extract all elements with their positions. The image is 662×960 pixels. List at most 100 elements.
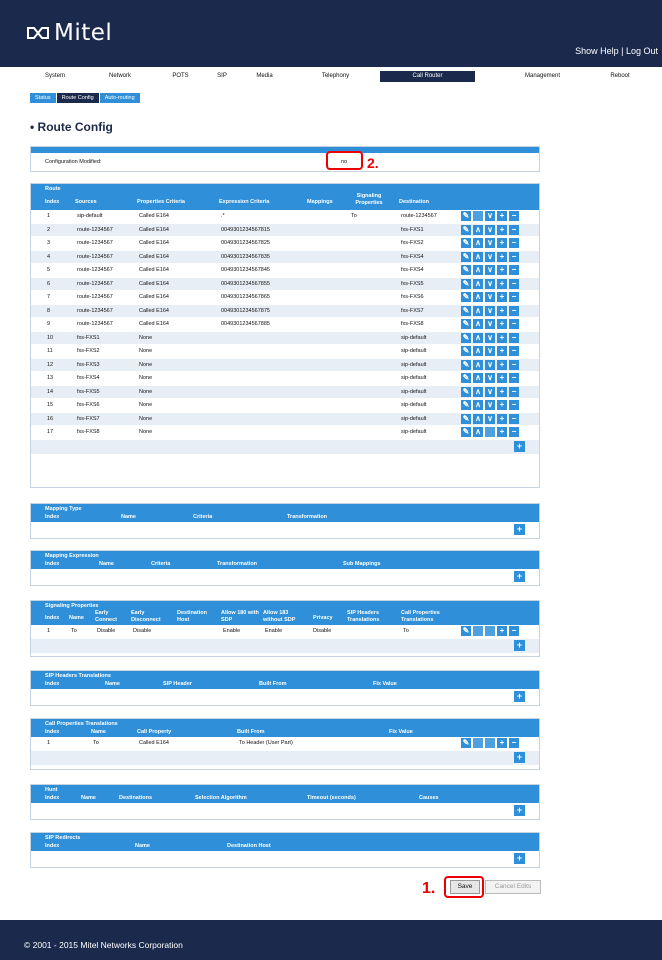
down-icon[interactable]: ∨ xyxy=(485,359,495,370)
up-icon[interactable]: ∧ xyxy=(473,413,483,424)
edit-icon[interactable]: ✎ xyxy=(461,224,471,235)
mapping-expression-add-button[interactable]: + xyxy=(514,570,525,582)
down-icon[interactable]: ∨ xyxy=(485,400,495,411)
add-icon[interactable]: + xyxy=(497,738,507,749)
add-icon[interactable]: + xyxy=(497,332,507,343)
remove-icon[interactable]: − xyxy=(509,265,519,276)
remove-icon[interactable]: − xyxy=(509,738,519,749)
remove-icon[interactable]: − xyxy=(509,305,519,316)
edit-icon[interactable]: ✎ xyxy=(461,305,471,316)
header-links[interactable]: Show Help | Log Out xyxy=(575,46,658,56)
add-icon[interactable]: + xyxy=(497,305,507,316)
add-icon[interactable]: + xyxy=(497,373,507,384)
remove-icon[interactable]: − xyxy=(509,413,519,424)
up-icon[interactable]: ∧ xyxy=(473,278,483,289)
edit-icon[interactable]: ✎ xyxy=(461,373,471,384)
up-icon[interactable]: ∧ xyxy=(473,319,483,330)
up-icon[interactable]: ∧ xyxy=(473,332,483,343)
call-properties-add-button[interactable]: + xyxy=(514,752,525,763)
remove-icon[interactable]: − xyxy=(509,278,519,289)
add-icon[interactable]: + xyxy=(497,211,507,222)
nav-call-router[interactable]: Call Router xyxy=(380,71,475,82)
remove-icon[interactable]: − xyxy=(509,400,519,411)
edit-icon[interactable]: ✎ xyxy=(461,211,471,222)
route-add-button[interactable]: + xyxy=(514,441,525,452)
edit-icon[interactable]: ✎ xyxy=(461,738,471,749)
up-icon[interactable]: ∧ xyxy=(473,224,483,235)
signaling-add-button[interactable]: + xyxy=(514,640,525,651)
nav-system[interactable]: System xyxy=(40,73,70,79)
add-icon[interactable]: + xyxy=(497,626,507,637)
add-icon[interactable]: + xyxy=(497,413,507,424)
up-icon[interactable]: ∧ xyxy=(473,373,483,384)
up-icon[interactable]: ∧ xyxy=(473,251,483,262)
nav-network[interactable]: Network xyxy=(105,73,135,79)
edit-icon[interactable]: ✎ xyxy=(461,626,471,637)
remove-icon[interactable]: − xyxy=(509,238,519,249)
add-icon[interactable]: + xyxy=(497,224,507,235)
add-icon[interactable]: + xyxy=(497,427,507,438)
remove-icon[interactable]: − xyxy=(509,386,519,397)
remove-icon[interactable]: − xyxy=(509,373,519,384)
add-icon[interactable]: + xyxy=(497,292,507,303)
up-icon[interactable]: ∧ xyxy=(473,292,483,303)
down-icon[interactable]: ∨ xyxy=(485,211,495,222)
sip-redirects-add-button[interactable]: + xyxy=(514,852,525,864)
remove-icon[interactable]: − xyxy=(509,319,519,330)
down-icon[interactable]: ∨ xyxy=(485,332,495,343)
remove-icon[interactable]: − xyxy=(509,427,519,438)
remove-icon[interactable]: − xyxy=(509,332,519,343)
down-icon[interactable]: ∨ xyxy=(485,251,495,262)
up-icon[interactable]: ∧ xyxy=(473,305,483,316)
edit-icon[interactable]: ✎ xyxy=(461,251,471,262)
add-icon[interactable]: + xyxy=(497,359,507,370)
add-icon[interactable]: + xyxy=(497,238,507,249)
up-icon[interactable]: ∧ xyxy=(473,427,483,438)
edit-icon[interactable]: ✎ xyxy=(461,278,471,289)
down-icon[interactable]: ∨ xyxy=(485,292,495,303)
subnav-auto-routing[interactable]: Auto-routing xyxy=(99,93,140,103)
remove-icon[interactable]: − xyxy=(509,359,519,370)
remove-icon[interactable]: − xyxy=(509,224,519,235)
up-icon[interactable]: ∧ xyxy=(473,400,483,411)
add-icon[interactable]: + xyxy=(497,265,507,276)
add-icon[interactable]: + xyxy=(497,278,507,289)
remove-icon[interactable]: − xyxy=(509,251,519,262)
nav-reboot[interactable]: Reboot xyxy=(605,73,635,79)
edit-icon[interactable]: ✎ xyxy=(461,238,471,249)
down-icon[interactable]: ∨ xyxy=(485,278,495,289)
edit-icon[interactable]: ✎ xyxy=(461,346,471,357)
remove-icon[interactable]: − xyxy=(509,626,519,637)
add-icon[interactable]: + xyxy=(497,251,507,262)
up-icon[interactable]: ∧ xyxy=(473,359,483,370)
edit-icon[interactable]: ✎ xyxy=(461,413,471,424)
add-icon[interactable]: + xyxy=(497,346,507,357)
down-icon[interactable]: ∨ xyxy=(485,413,495,424)
edit-icon[interactable]: ✎ xyxy=(461,386,471,397)
down-icon[interactable]: ∨ xyxy=(485,238,495,249)
add-icon[interactable]: + xyxy=(497,400,507,411)
hunt-add-button[interactable]: + xyxy=(514,804,525,816)
edit-icon[interactable]: ✎ xyxy=(461,359,471,370)
up-icon[interactable]: ∧ xyxy=(473,238,483,249)
cancel-edits-button[interactable]: Cancel Edits xyxy=(485,880,541,894)
edit-icon[interactable]: ✎ xyxy=(461,292,471,303)
nav-telephony[interactable]: Telephony xyxy=(318,73,353,79)
down-icon[interactable]: ∨ xyxy=(485,386,495,397)
nav-media[interactable]: Media xyxy=(252,73,277,79)
remove-icon[interactable]: − xyxy=(509,211,519,222)
up-icon[interactable]: ∧ xyxy=(473,386,483,397)
add-icon[interactable]: + xyxy=(497,386,507,397)
add-icon[interactable]: + xyxy=(497,319,507,330)
down-icon[interactable]: ∨ xyxy=(485,224,495,235)
edit-icon[interactable]: ✎ xyxy=(461,332,471,343)
sip-headers-add-button[interactable]: + xyxy=(514,690,525,702)
down-icon[interactable]: ∨ xyxy=(485,319,495,330)
mapping-type-add-button[interactable]: + xyxy=(514,523,525,535)
nav-pots[interactable]: POTS xyxy=(168,73,193,79)
down-icon[interactable]: ∨ xyxy=(485,346,495,357)
down-icon[interactable]: ∨ xyxy=(485,373,495,384)
edit-icon[interactable]: ✎ xyxy=(461,265,471,276)
edit-icon[interactable]: ✎ xyxy=(461,319,471,330)
edit-icon[interactable]: ✎ xyxy=(461,427,471,438)
